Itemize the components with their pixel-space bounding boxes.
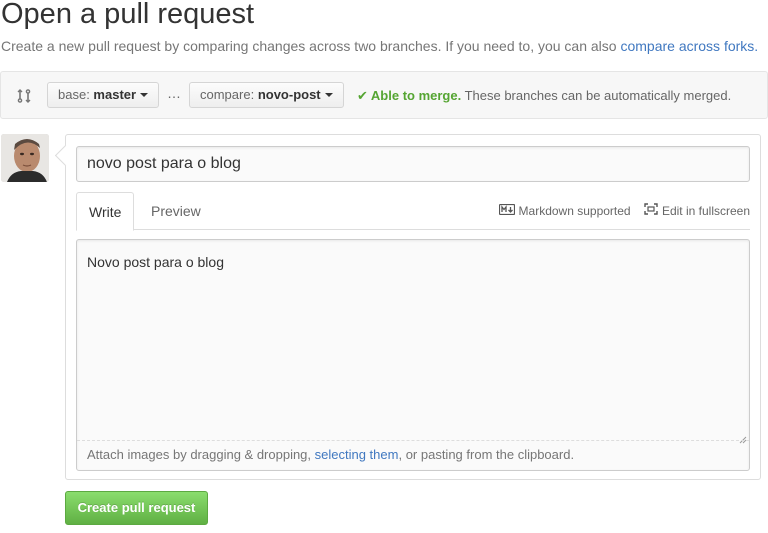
- markdown-supported-link[interactable]: Markdown supported: [498, 203, 631, 219]
- page-title: Open a pull request: [1, 0, 255, 30]
- merge-status: ✔ Able to merge. These branches can be au…: [357, 88, 731, 104]
- markdown-icon: [498, 204, 515, 218]
- select-files-link[interactable]: selecting them: [315, 447, 399, 462]
- merge-status-label: Able to merge.: [370, 88, 462, 103]
- editor-tabs: Write Preview Markdown supported Edit in…: [76, 192, 750, 231]
- create-pull-request-button[interactable]: Create pull request: [65, 491, 208, 525]
- pr-body-text: Novo post para o blog: [87, 254, 224, 270]
- markdown-supported-label: Markdown supported: [518, 204, 631, 219]
- compare-branch-selector[interactable]: compare: novo-post: [189, 82, 344, 108]
- page-subtitle: Create a new pull request by comparing c…: [1, 38, 758, 54]
- base-branch-selector[interactable]: base: master: [47, 82, 160, 108]
- git-compare-icon: [16, 88, 32, 104]
- tab-write[interactable]: Write: [76, 192, 135, 231]
- range-ellipsis: …: [167, 85, 181, 101]
- compare-across-forks-link[interactable]: compare across forks.: [620, 38, 758, 54]
- editor-toolbar: Markdown supported Edit in fullscreen: [489, 203, 750, 218]
- compare-branch-prefix: compare:: [200, 87, 258, 102]
- pr-title-input[interactable]: [76, 146, 750, 182]
- fullscreen-icon: [644, 203, 658, 218]
- caret-down-icon: [324, 92, 333, 97]
- pull-request-form: Write Preview Markdown supported: [65, 134, 761, 480]
- base-branch-prefix: base:: [58, 87, 94, 102]
- attach-files-hint: Attach images by dragging & dropping, se…: [77, 440, 749, 470]
- base-branch-name: master: [93, 87, 137, 102]
- avatar: [1, 134, 49, 182]
- fullscreen-link[interactable]: Edit in fullscreen: [644, 203, 750, 218]
- fullscreen-label: Edit in fullscreen: [661, 203, 750, 218]
- branch-range-bar: base: master … compare: novo-post ✔ Able …: [0, 71, 768, 119]
- pr-body-textarea[interactable]: Novo post para o blog Attach images by d…: [76, 239, 750, 471]
- subtitle-text: Create a new pull request by comparing c…: [1, 38, 621, 54]
- caret-down-icon: [140, 92, 149, 97]
- tab-preview[interactable]: Preview: [139, 192, 213, 230]
- drag-hint-text: Attach images by dragging & dropping,: [87, 447, 315, 462]
- compare-branch-name: novo-post: [257, 87, 321, 102]
- drag-hint-suffix: , or pasting from the clipboard.: [398, 447, 575, 462]
- check-icon: ✔: [357, 88, 368, 103]
- resize-handle-icon[interactable]: [739, 431, 747, 444]
- merge-status-message: These branches can be automatically merg…: [461, 88, 732, 103]
